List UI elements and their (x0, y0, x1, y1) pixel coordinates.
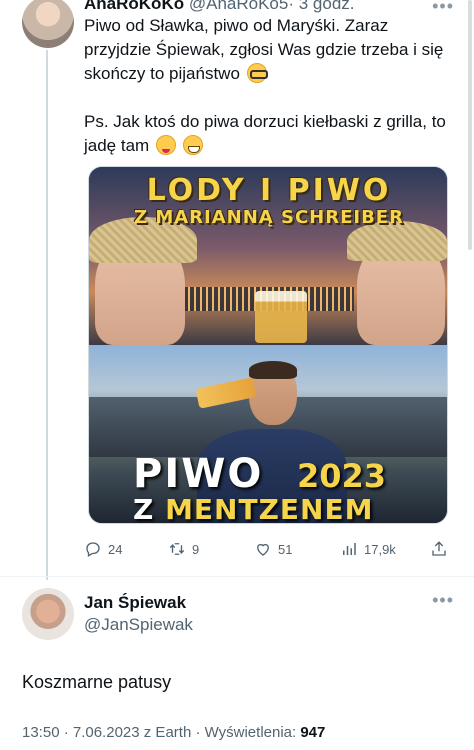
like-button[interactable]: 51 (254, 540, 292, 558)
reply-count: 24 (108, 541, 123, 557)
reply-icon (86, 542, 100, 557)
tweet1-text: Piwo od Sławka, piwo od Maryśki. Zaraz p… (84, 14, 454, 158)
man-hair (249, 361, 297, 379)
tweet2-views[interactable]: 947 (300, 724, 325, 741)
tweet2-meta: 13:50 · 7.06.2023 z Earth · Wyświetlenia… (22, 724, 325, 741)
tweet2-text: Koszmarne patusy (22, 672, 172, 692)
zany-face-emoji-icon (155, 135, 176, 155)
beer-glass (255, 291, 307, 343)
tweet1-handle[interactable]: @AnaRoKo5 (189, 0, 289, 13)
media-bottom-name: MENTZENEM (165, 493, 374, 524)
media-bottom-z: Z (133, 493, 155, 524)
avatar-anarokoko[interactable] (22, 0, 74, 48)
analytics-bars-icon (343, 543, 356, 555)
views-button[interactable]: 17,9k (340, 540, 396, 558)
media-top-panel: LODY I PIWO Z MARIANNĄ SCHREIBER (89, 167, 447, 345)
media-bottom-year: 2023 (297, 457, 387, 495)
thread-connector-line (46, 50, 48, 580)
media-top-title: LODY I PIWO (146, 173, 392, 208)
scrollbar[interactable] (468, 0, 472, 250)
reply-button[interactable]: 24 (84, 540, 122, 558)
tweet2-handle[interactable]: @JanSpiewak (84, 615, 193, 635)
nerd-face-emoji-icon (246, 63, 268, 83)
tweet1-media-image[interactable]: LODY I PIWO Z MARIANNĄ SCHREIBER PIWO 20… (88, 166, 448, 524)
heart-icon (257, 543, 269, 556)
media-top-subtitle: Z MARIANNĄ SCHREIBER (134, 207, 404, 228)
avatar-jan-spiewak[interactable] (22, 588, 74, 640)
share-button[interactable] (430, 540, 448, 558)
tweet1-actions-bar: 24 9 51 17,9k (84, 540, 460, 560)
tweet1-header: AnaRoKoKo @AnaRoKo5· 3 godz. (84, 0, 355, 14)
like-count: 51 (278, 541, 293, 557)
retweet-icon (169, 543, 185, 555)
retweet-button[interactable]: 9 (168, 540, 199, 558)
tweet2-meta-text: 13:50 · 7.06.2023 z Earth · Wyświetlenia… (22, 724, 301, 741)
tweet1-time[interactable]: · 3 godz. (288, 0, 354, 13)
retweet-count: 9 (192, 541, 200, 557)
tweet-divider (0, 576, 474, 577)
tweet2-author-name[interactable]: Jan Śpiewak (84, 593, 186, 613)
tweet1-author-name[interactable]: AnaRoKoKo (84, 0, 184, 13)
more-horizontal-icon-2[interactable]: ••• (432, 590, 454, 611)
media-bottom-subtitle: Z MENTZENEM (133, 493, 374, 524)
media-bottom-title: PIWO (133, 451, 264, 497)
views-count: 17,9k (364, 541, 396, 557)
grinning-face-emoji-icon (182, 135, 203, 155)
share-icon (432, 541, 446, 556)
tweet1-text-line2: Ps. Jak ktoś do piwa dorzuci kiełbaski z… (84, 112, 446, 155)
